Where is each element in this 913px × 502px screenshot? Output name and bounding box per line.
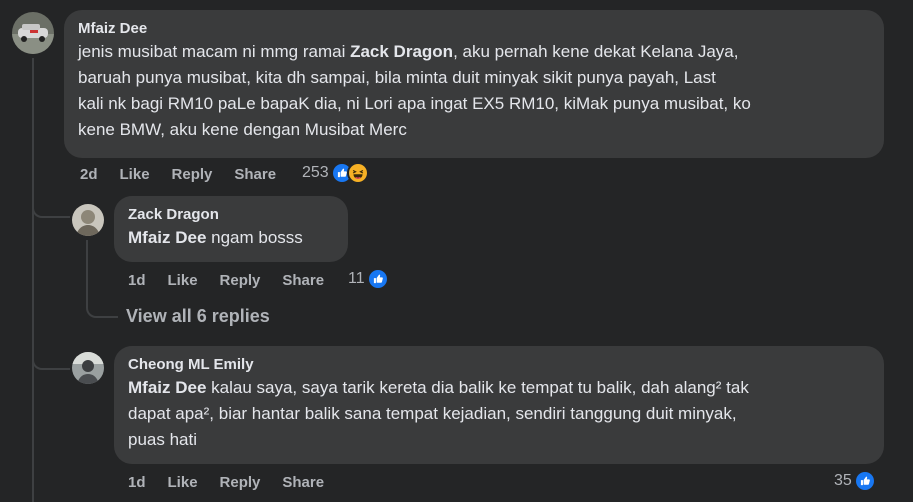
- comment-text-part: ngam bosss: [206, 228, 303, 247]
- mention-link[interactable]: Zack Dragon: [350, 42, 453, 61]
- comment-actions: 1d Like Reply Share: [128, 474, 346, 491]
- like-icon: [853, 470, 876, 492]
- comment-timestamp[interactable]: 1d: [128, 272, 146, 289]
- view-all-replies-link[interactable]: View all 6 replies: [126, 306, 270, 327]
- share-button[interactable]: Share: [282, 474, 324, 491]
- share-button[interactable]: Share: [234, 166, 276, 183]
- like-button[interactable]: Like: [168, 272, 198, 289]
- avatar-image-icon: [72, 204, 104, 236]
- like-button[interactable]: Like: [120, 166, 150, 183]
- comment-text-line: kali nk bagi RM10 paLe bapaK dia, ni Lor…: [78, 94, 751, 113]
- comment-text: Mfaiz Dee kalau saya, saya tarik kereta …: [128, 375, 870, 453]
- comment-bubble: Zack Dragon Mfaiz Dee ngam bosss: [114, 196, 348, 262]
- reply-button[interactable]: Reply: [220, 272, 261, 289]
- avatar-image-icon: [12, 12, 54, 54]
- comment-text-part: , aku pernah kene dekat Kelana Jaya,: [453, 42, 739, 61]
- comment-timestamp[interactable]: 2d: [80, 166, 98, 183]
- comment-text-line: kene BMW, aku kene dengan Musibat Merc: [78, 120, 407, 139]
- avatar[interactable]: [12, 12, 54, 54]
- thread-line-main: [32, 58, 34, 502]
- reaction-summary[interactable]: 35: [834, 470, 876, 492]
- thread-elbow-2: [32, 340, 70, 370]
- reply-button[interactable]: Reply: [172, 166, 213, 183]
- comment-bubble: Mfaiz Dee jenis musibat macam ni mmg ram…: [64, 10, 884, 158]
- comment-text-part: jenis musibat macam ni mmg ramai: [78, 42, 351, 61]
- comment-text: jenis musibat macam ni mmg ramai Zack Dr…: [78, 39, 870, 143]
- reaction-summary[interactable]: 11: [348, 268, 389, 290]
- comment-text-part: kalau saya, saya tarik kereta dia balik …: [206, 378, 749, 397]
- comment-author[interactable]: Mfaiz Dee: [78, 20, 870, 37]
- comment-actions: 2d Like Reply Share: [80, 166, 298, 183]
- reaction-count: 11: [348, 270, 365, 287]
- avatar[interactable]: [72, 204, 104, 236]
- reaction-count: 35: [834, 472, 852, 489]
- mention-link[interactable]: Mfaiz Dee: [128, 228, 206, 247]
- mention-link[interactable]: Mfaiz Dee: [128, 378, 206, 397]
- reply-button[interactable]: Reply: [220, 474, 261, 491]
- comment-text-line: puas hati: [128, 430, 197, 449]
- comment-timestamp[interactable]: 1d: [128, 474, 146, 491]
- thread-elbow-view-replies: [86, 290, 118, 318]
- reaction-summary[interactable]: 253: [302, 162, 369, 184]
- comment-bubble: Cheong ML Emily Mfaiz Dee kalau saya, sa…: [114, 346, 884, 464]
- thread-elbow-1: [32, 188, 70, 218]
- comment-author[interactable]: Cheong ML Emily: [128, 356, 870, 373]
- comment-actions: 1d Like Reply Share: [128, 272, 346, 289]
- like-button[interactable]: Like: [168, 474, 198, 491]
- comment-author[interactable]: Zack Dragon: [128, 206, 334, 223]
- reaction-count: 253: [302, 164, 329, 181]
- comment-text-line: dapat apa², biar hantar balik sana tempa…: [128, 404, 737, 423]
- comment-text-line: baruah punya musibat, kita dh sampai, bi…: [78, 68, 716, 87]
- haha-icon: [346, 162, 369, 184]
- avatar-image-icon: [72, 352, 104, 384]
- like-icon: [366, 268, 389, 290]
- avatar[interactable]: [72, 352, 104, 384]
- comment-text: Mfaiz Dee ngam bosss: [128, 225, 334, 251]
- share-button[interactable]: Share: [282, 272, 324, 289]
